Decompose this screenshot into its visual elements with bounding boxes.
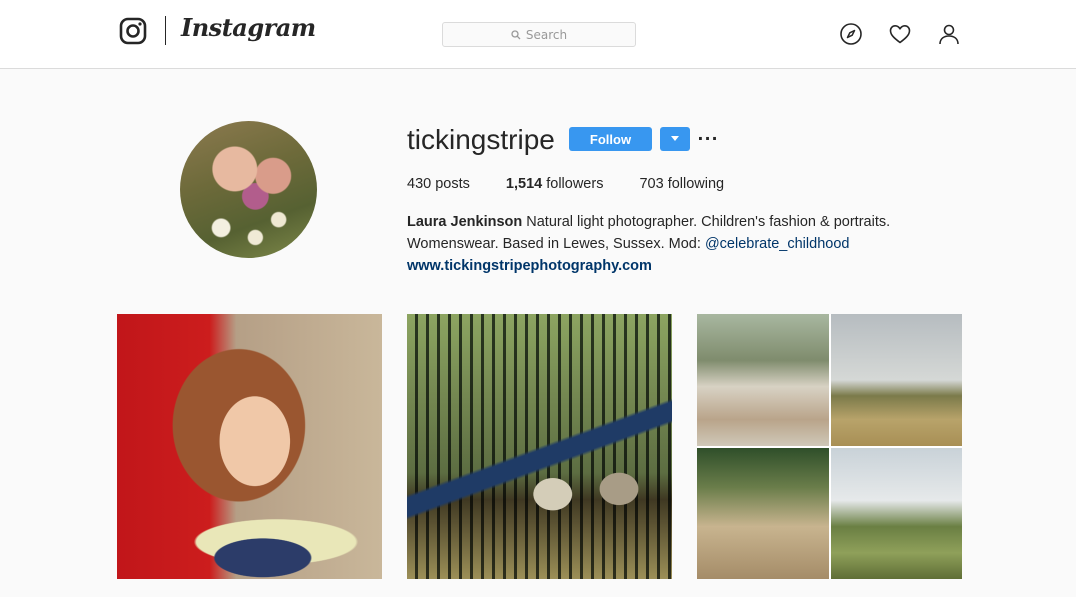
caret-down-icon — [671, 136, 679, 141]
profile-avatar[interactable] — [180, 121, 317, 258]
collage-photo — [830, 314, 962, 446]
search-placeholder: Search — [525, 27, 568, 42]
search-icon — [511, 29, 521, 39]
nav-divider — [165, 16, 166, 45]
collage-photo — [830, 447, 962, 579]
instagram-glyph-icon[interactable] — [119, 17, 147, 45]
following-stat[interactable]: 703 following — [639, 176, 724, 192]
more-options-button[interactable]: ··· — [697, 128, 717, 148]
followers-stat[interactable]: 1,514 followers — [506, 176, 604, 192]
following-count: 703 — [639, 176, 664, 192]
followers-label: followers — [546, 176, 604, 192]
top-navigation-bar: Instagram Search — [0, 0, 1076, 69]
compass-icon[interactable] — [839, 22, 863, 46]
profile-full-name: Laura Jenkinson — [407, 214, 523, 230]
website-link[interactable]: www.tickingstripephotography.com — [407, 255, 967, 277]
follow-button[interactable]: Follow — [569, 127, 652, 151]
collage-photo — [697, 314, 829, 446]
profile-stats: 430 posts 1,514 followers 703 following — [407, 176, 760, 192]
instagram-wordmark[interactable]: Instagram — [181, 13, 316, 42]
search-input[interactable]: Search — [442, 22, 636, 47]
followers-count: 1,514 — [505, 176, 543, 192]
posts-count: 430 — [407, 176, 432, 192]
profile-bio: Laura Jenkinson Natural light photograph… — [407, 211, 967, 277]
following-label: following — [667, 176, 725, 192]
profile-icon[interactable] — [937, 22, 961, 46]
collage-photo — [697, 447, 829, 579]
posts-label: posts — [435, 176, 470, 192]
posts-stat: 430 posts — [407, 176, 470, 192]
bio-mention-link[interactable]: @celebrate_childhood — [705, 236, 850, 252]
post-thumbnail[interactable] — [697, 314, 962, 579]
post-thumbnail[interactable] — [117, 314, 382, 579]
heart-icon[interactable] — [888, 22, 912, 46]
suggestions-dropdown-button[interactable] — [660, 127, 690, 151]
post-thumbnail[interactable] — [407, 314, 672, 579]
profile-username: tickingstripe — [407, 124, 555, 155]
